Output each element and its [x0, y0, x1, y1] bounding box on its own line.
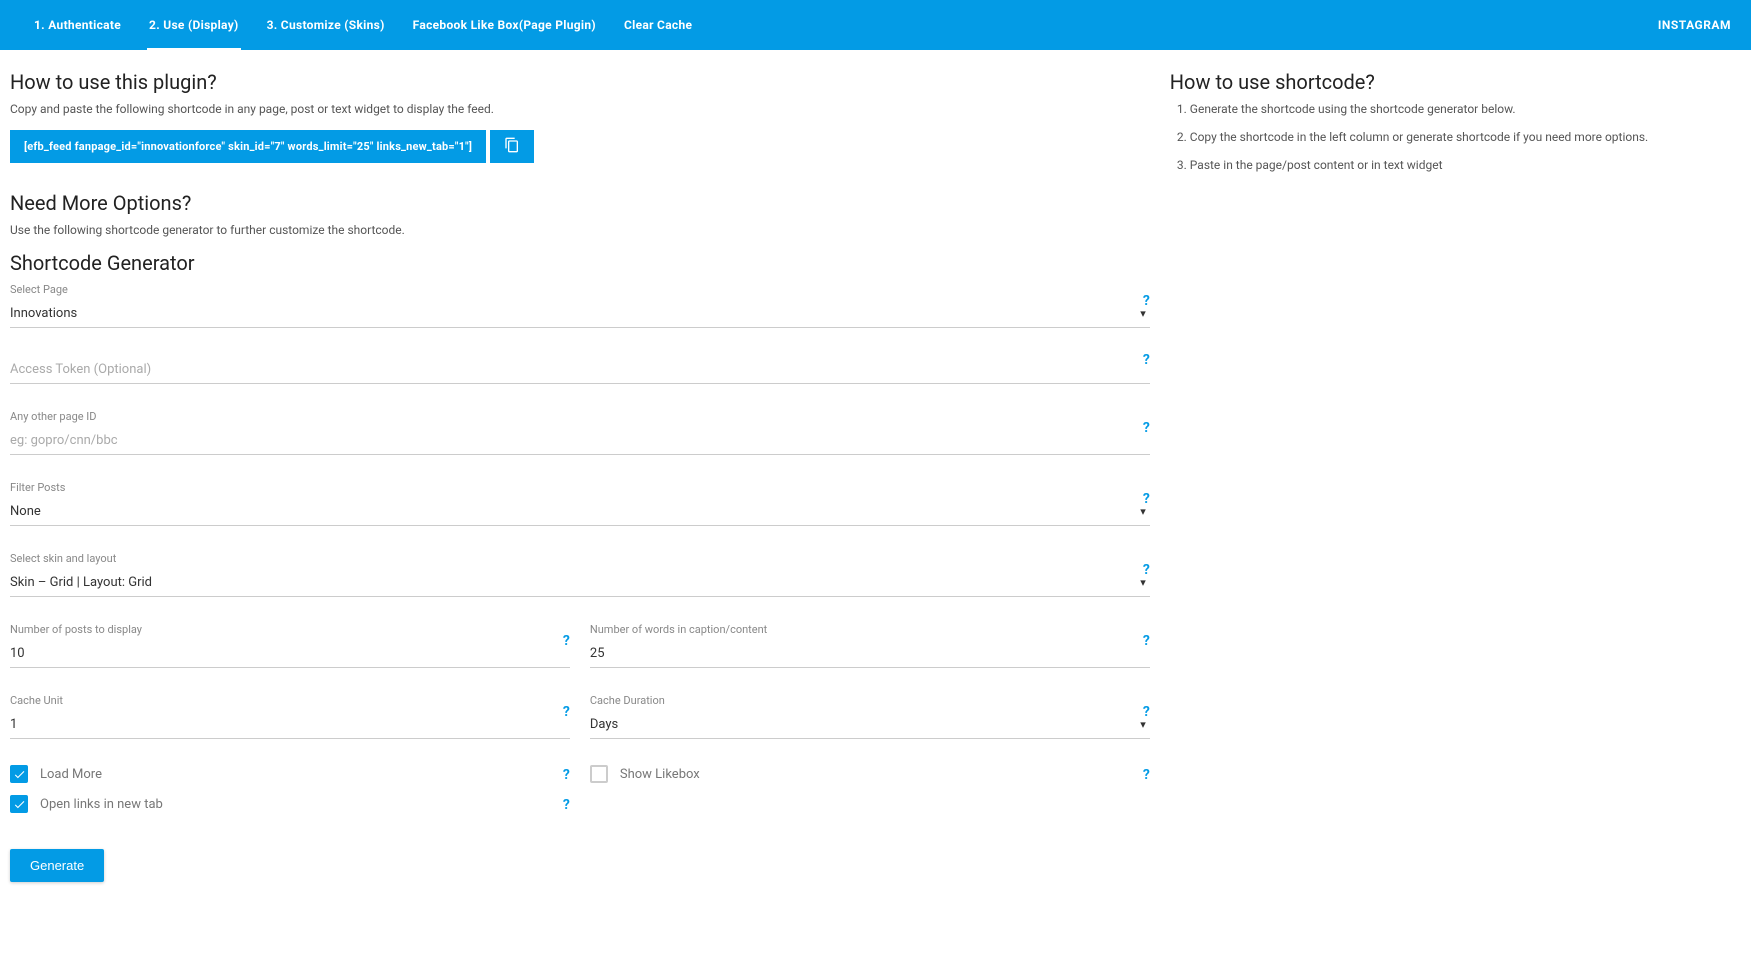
- select-page[interactable]: Innovations: [10, 298, 1150, 328]
- heading-shortcode-generator: Shortcode Generator: [10, 251, 1150, 275]
- field-filter-posts: Filter Posts ? None: [10, 481, 1150, 526]
- heading-how-to-use: How to use this plugin?: [10, 70, 1150, 94]
- howto-item: Generate the shortcode using the shortco…: [1190, 102, 1741, 116]
- cache-duration-select[interactable]: Days: [590, 709, 1150, 739]
- field-cache-unit: Cache Unit ?: [10, 694, 570, 739]
- checkbox-show-likebox[interactable]: [590, 765, 608, 783]
- label-cache-unit: Cache Unit: [10, 694, 570, 707]
- tab-clear-cache[interactable]: Clear Cache: [610, 0, 706, 50]
- help-icon[interactable]: ?: [563, 767, 570, 783]
- help-icon[interactable]: ?: [563, 797, 570, 813]
- field-cache-duration: Cache Duration ? Days: [590, 694, 1150, 739]
- num-words-input[interactable]: [590, 638, 1150, 668]
- shortcode-box: [efb_feed fanpage_id="innovationforce" s…: [10, 130, 534, 163]
- label-cache-duration: Cache Duration: [590, 694, 1150, 707]
- tab-bar: 1. Authenticate 2. Use (Display) 3. Cust…: [0, 0, 1751, 50]
- checkbox-row-new-tab: Open links in new tab ?: [10, 795, 570, 813]
- help-icon[interactable]: ?: [563, 704, 570, 720]
- howto-item: Copy the shortcode in the left column or…: [1190, 130, 1741, 144]
- heading-need-more: Need More Options?: [10, 191, 1150, 215]
- howto-list: Generate the shortcode using the shortco…: [1170, 102, 1741, 172]
- checkbox-new-tab[interactable]: [10, 795, 28, 813]
- skin-layout-select[interactable]: Skin – Grid | Layout: Grid: [10, 567, 1150, 597]
- field-skin-layout: Select skin and layout ? Skin – Grid | L…: [10, 552, 1150, 597]
- field-select-page: Select Page ? Innovations: [10, 283, 1150, 328]
- checkbox-row-show-likebox: Show Likebox ?: [590, 765, 1150, 783]
- field-num-words: Number of words in caption/content ?: [590, 623, 1150, 668]
- label-num-words: Number of words in caption/content: [590, 623, 1150, 636]
- checkbox-load-more[interactable]: [10, 765, 28, 783]
- heading-how-to-shortcode: How to use shortcode?: [1170, 70, 1741, 94]
- tab-customize-skins[interactable]: 3. Customize (Skins): [253, 0, 399, 50]
- label-filter-posts: Filter Posts: [10, 481, 1150, 494]
- help-icon[interactable]: ?: [563, 633, 570, 649]
- right-column: How to use shortcode? Generate the short…: [1170, 60, 1741, 882]
- tab-authenticate[interactable]: 1. Authenticate: [20, 0, 135, 50]
- tab-items: 1. Authenticate 2. Use (Display) 3. Cust…: [20, 0, 1658, 50]
- num-posts-input[interactable]: [10, 638, 570, 668]
- desc-how-to-use: Copy and paste the following shortcode i…: [10, 102, 1150, 116]
- help-icon[interactable]: ?: [1143, 633, 1150, 649]
- other-page-id-input[interactable]: [10, 425, 1150, 455]
- label-other-page-id: Any other page ID: [10, 410, 1150, 423]
- howto-item: Paste in the page/post content or in tex…: [1190, 158, 1741, 172]
- help-icon[interactable]: ?: [1143, 420, 1150, 436]
- instagram-link[interactable]: INSTAGRAM: [1658, 18, 1731, 32]
- label-select-page: Select Page: [10, 283, 1150, 296]
- label-new-tab: Open links in new tab: [40, 797, 163, 812]
- field-access-token: ?: [10, 354, 1150, 384]
- cache-unit-input[interactable]: [10, 709, 570, 739]
- help-icon[interactable]: ?: [1143, 767, 1150, 783]
- generate-button[interactable]: Generate: [10, 849, 104, 882]
- filter-posts-select[interactable]: None: [10, 496, 1150, 526]
- desc-need-more: Use the following shortcode generator to…: [10, 223, 1150, 237]
- tab-use-display[interactable]: 2. Use (Display): [135, 0, 253, 50]
- field-num-posts: Number of posts to display ?: [10, 623, 570, 668]
- copy-button[interactable]: [490, 130, 534, 163]
- field-other-page-id: Any other page ID ?: [10, 410, 1150, 455]
- label-load-more: Load More: [40, 767, 102, 782]
- label-num-posts: Number of posts to display: [10, 623, 570, 636]
- shortcode-text: [efb_feed fanpage_id="innovationforce" s…: [10, 130, 486, 163]
- tab-facebook-like-box[interactable]: Facebook Like Box(Page Plugin): [399, 0, 610, 50]
- help-icon[interactable]: ?: [1143, 352, 1150, 368]
- label-skin-layout: Select skin and layout: [10, 552, 1150, 565]
- label-show-likebox: Show Likebox: [620, 767, 700, 782]
- checkbox-row-load-more: Load More ?: [10, 765, 570, 783]
- access-token-input[interactable]: [10, 354, 1150, 384]
- copy-icon: [504, 137, 520, 156]
- left-column: How to use this plugin? Copy and paste t…: [10, 60, 1150, 882]
